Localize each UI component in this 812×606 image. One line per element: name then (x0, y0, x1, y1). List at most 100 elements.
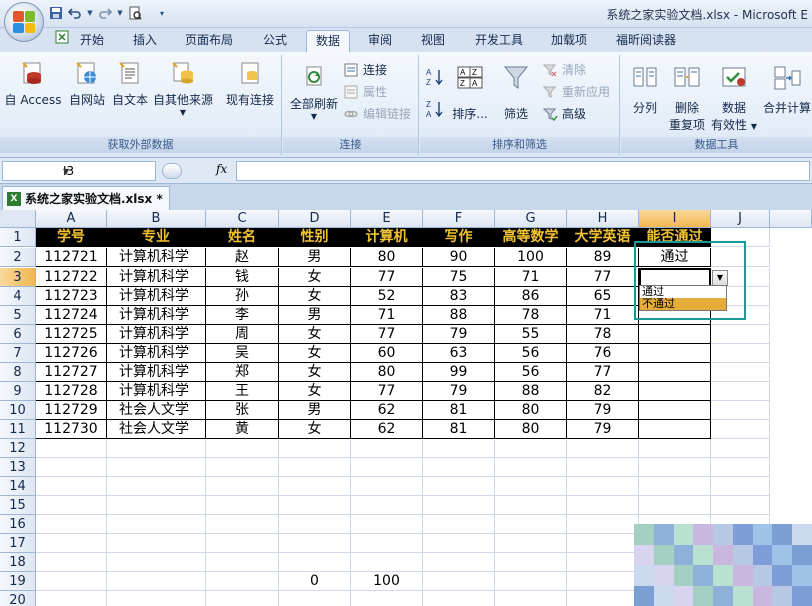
chevron-down-icon[interactable]: ▼ (86, 5, 94, 21)
table-cell[interactable]: 80 (351, 363, 423, 382)
empty-cell[interactable] (495, 572, 567, 591)
table-header-cell[interactable]: 性别 (279, 228, 351, 247)
sort-za-button[interactable]: ZA (426, 99, 444, 119)
customize-icon[interactable]: ▾ (154, 5, 170, 21)
table-cell[interactable]: 计算机科学 (107, 382, 206, 401)
row-header[interactable]: 7 (0, 344, 36, 363)
connections-button[interactable]: 连接 (343, 61, 387, 78)
empty-cell[interactable] (639, 458, 711, 477)
empty-cell[interactable] (711, 325, 770, 344)
table-cell[interactable] (639, 344, 711, 363)
empty-cell[interactable] (495, 515, 567, 534)
table-cell[interactable]: 男 (279, 306, 351, 325)
table-cell[interactable]: 计算机科学 (107, 248, 206, 267)
table-cell[interactable]: 112725 (36, 325, 107, 344)
empty-cell[interactable] (279, 496, 351, 515)
table-cell[interactable]: 计算机科学 (107, 344, 206, 363)
table-cell[interactable]: 100 (495, 248, 567, 267)
table-header-cell[interactable]: 姓名 (206, 228, 279, 247)
empty-cell[interactable] (206, 477, 279, 496)
sort-button[interactable]: AZZA 排序... (450, 63, 490, 121)
empty-cell[interactable] (36, 439, 107, 458)
table-cell[interactable]: 吴 (206, 344, 279, 363)
table-cell[interactable]: 55 (495, 325, 567, 344)
table-cell[interactable]: 女 (279, 287, 351, 306)
empty-cell[interactable] (711, 439, 770, 458)
table-cell[interactable]: 86 (495, 287, 567, 306)
table-cell[interactable]: 黄 (206, 420, 279, 439)
table-cell[interactable]: 56 (495, 363, 567, 382)
empty-cell[interactable] (711, 477, 770, 496)
consolidate-button[interactable]: 合并计算 (761, 63, 812, 115)
row-header[interactable]: 18 (0, 553, 36, 572)
empty-cell[interactable] (36, 477, 107, 496)
empty-cell[interactable] (351, 458, 423, 477)
empty-cell[interactable] (36, 553, 107, 572)
tab-foxit-reader[interactable]: 福昕阅读器 (607, 30, 685, 52)
tab-page-layout[interactable]: 页面布局 (176, 30, 242, 52)
table-cell[interactable]: 男 (279, 248, 351, 267)
table-cell[interactable] (639, 382, 711, 401)
table-cell[interactable]: 112730 (36, 420, 107, 439)
table-cell[interactable]: 81 (423, 420, 495, 439)
tab-data[interactable]: 数据 (306, 30, 351, 52)
table-cell[interactable]: 88 (495, 382, 567, 401)
empty-cell[interactable] (351, 553, 423, 572)
empty-cell[interactable] (567, 477, 639, 496)
table-cell[interactable]: 女 (279, 420, 351, 439)
empty-cell[interactable] (711, 363, 770, 382)
empty-cell[interactable] (423, 572, 495, 591)
table-cell[interactable]: 计算机科学 (107, 268, 206, 287)
empty-cell[interactable] (711, 382, 770, 401)
table-cell[interactable]: 62 (351, 401, 423, 420)
empty-cell[interactable] (279, 515, 351, 534)
row-header[interactable]: 6 (0, 325, 36, 344)
refresh-all-button[interactable]: 全部刷新 ▼ (287, 63, 341, 121)
empty-cell[interactable] (351, 591, 423, 606)
table-cell[interactable]: 80 (495, 420, 567, 439)
table-cell[interactable]: 56 (495, 344, 567, 363)
column-header[interactable]: J (711, 210, 770, 228)
table-cell[interactable]: 男 (279, 401, 351, 420)
table-header-cell[interactable]: 高等数学 (495, 228, 567, 247)
empty-cell[interactable] (107, 458, 206, 477)
empty-cell[interactable] (36, 458, 107, 477)
row-header[interactable]: 15 (0, 496, 36, 515)
empty-cell[interactable] (107, 515, 206, 534)
empty-cell[interactable] (495, 439, 567, 458)
text-to-columns-button[interactable]: 分列 (627, 63, 663, 115)
empty-cell[interactable] (351, 534, 423, 553)
empty-cell[interactable] (567, 458, 639, 477)
table-header-cell[interactable]: 专业 (107, 228, 206, 247)
tab-insert[interactable]: 插入 (124, 30, 166, 52)
empty-cell[interactable] (495, 477, 567, 496)
table-cell[interactable]: 71 (495, 268, 567, 287)
empty-cell[interactable] (567, 515, 639, 534)
empty-cell[interactable] (279, 458, 351, 477)
table-cell[interactable]: 112728 (36, 382, 107, 401)
empty-cell[interactable] (711, 401, 770, 420)
formula-input[interactable] (236, 161, 810, 181)
empty-cell[interactable] (351, 496, 423, 515)
row-header[interactable]: 14 (0, 477, 36, 496)
table-cell[interactable]: 郑 (206, 363, 279, 382)
table-cell[interactable]: 71 (567, 306, 639, 325)
empty-cell[interactable] (36, 515, 107, 534)
column-header[interactable]: H (567, 210, 639, 228)
table-cell[interactable]: 112722 (36, 268, 107, 287)
empty-cell[interactable] (495, 496, 567, 515)
workbook-tab[interactable]: X 系统之家实验文档.xlsx * (2, 186, 170, 210)
empty-cell[interactable] (423, 553, 495, 572)
print-preview-icon[interactable] (127, 5, 143, 21)
table-cell[interactable]: 112727 (36, 363, 107, 382)
empty-cell[interactable] (279, 439, 351, 458)
empty-cell[interactable] (36, 534, 107, 553)
table-cell[interactable]: 83 (423, 287, 495, 306)
row-header[interactable]: 12 (0, 439, 36, 458)
empty-cell[interactable] (423, 477, 495, 496)
spreadsheet-grid[interactable]: A B C D E F G H I J 1 2 3 4 5 6 7 8 9 10 11 12 13 14 15 16 17 18 19 2… (0, 210, 812, 606)
empty-cell[interactable] (206, 591, 279, 606)
table-cell[interactable]: 张 (206, 401, 279, 420)
empty-cell[interactable] (423, 439, 495, 458)
empty-cell[interactable] (711, 420, 770, 439)
